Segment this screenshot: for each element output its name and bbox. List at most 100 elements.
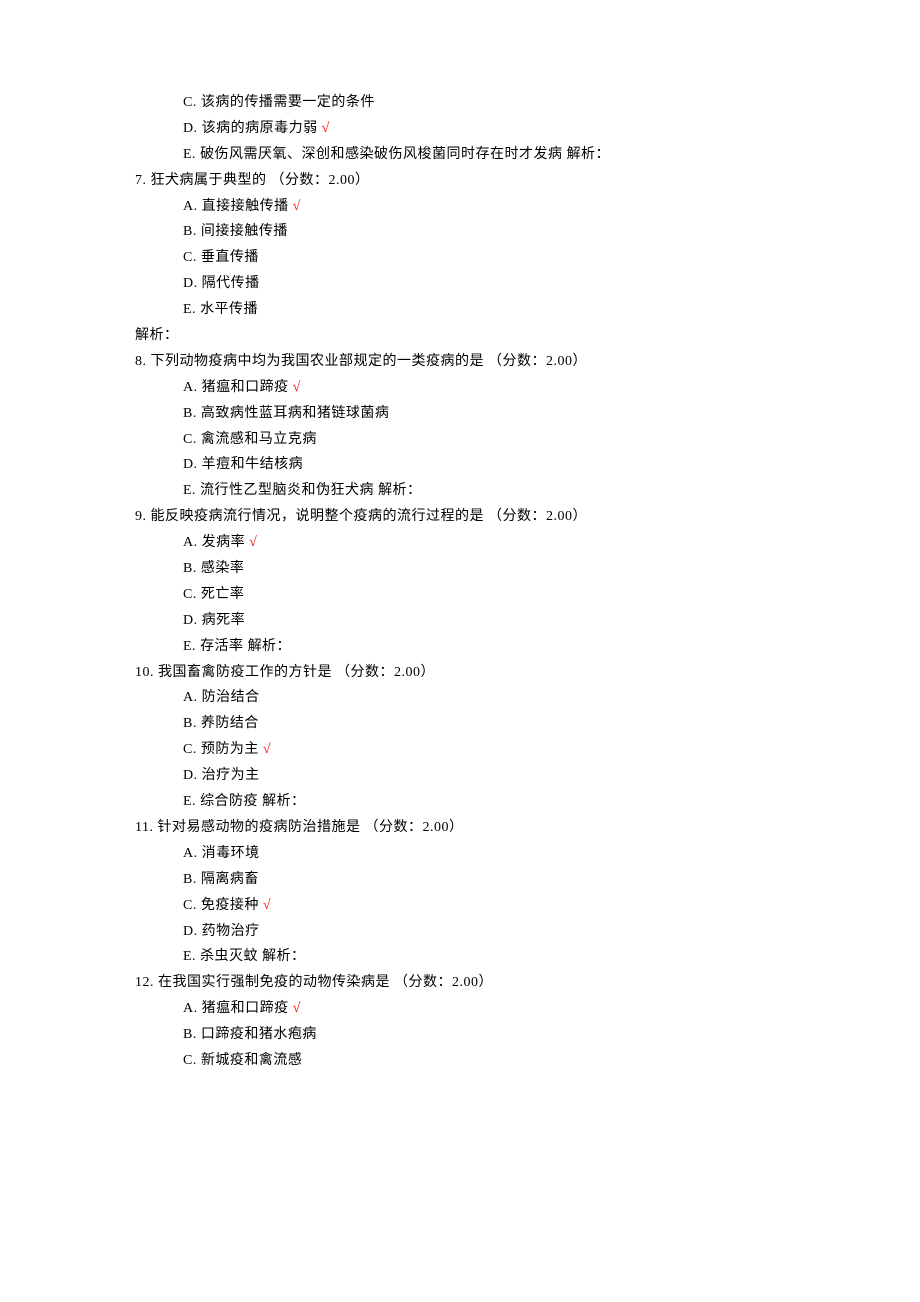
option-text: 新城疫和禽流感 [201, 1053, 303, 1068]
option-line: E. 破伤风需厌氧、深创和感染破伤风梭菌同时存在时才发病 解析： [135, 142, 920, 168]
analysis-label: 解析： [258, 949, 306, 964]
option-letter: D. [183, 613, 202, 628]
option-text: 羊痘和牛结核病 [202, 457, 304, 472]
analysis-label: 解析： [563, 147, 611, 162]
option-text: 治疗为主 [202, 768, 260, 783]
option-letter: A. [183, 690, 202, 705]
question-text: 能反映疫病流行情况，说明整个疫病的流行过程的是 [151, 509, 489, 524]
option-line: A. 防治结合 [135, 685, 920, 711]
question-line: 8. 下列动物疫病中均为我国农业部规定的一类疫病的是 （分数：2.00） [135, 349, 920, 375]
analysis-line: 解析： [135, 323, 920, 349]
score-label: （分数：2.00） [336, 665, 435, 680]
question-line: 9. 能反映疫病流行情况，说明整个疫病的流行过程的是 （分数：2.00） [135, 504, 920, 530]
option-letter: E. [183, 794, 200, 809]
option-text: 间接接触传播 [201, 224, 288, 239]
option-text: 破伤风需厌氧、深创和感染破伤风梭菌同时存在时才发病 [200, 147, 563, 162]
analysis-label: 解析： [258, 794, 306, 809]
document-page: C. 该病的传播需要一定的条件D. 该病的病原毒力弱 √E. 破伤风需厌氧、深创… [0, 0, 920, 1302]
option-letter: C. [183, 587, 201, 602]
option-line: D. 羊痘和牛结核病 [135, 452, 920, 478]
option-letter: C. [183, 250, 201, 265]
question-text: 在我国实行强制免疫的动物传染病是 [158, 975, 394, 990]
score-label: （分数：2.00） [364, 820, 463, 835]
option-letter: E. [183, 639, 200, 654]
option-text: 隔离病畜 [201, 872, 259, 887]
option-letter: E. [183, 483, 200, 498]
option-text: 隔代传播 [202, 276, 260, 291]
option-text: 免疫接种 [201, 898, 259, 913]
option-text: 禽流感和马立克病 [201, 432, 317, 447]
option-text: 直接接触传播 [202, 199, 289, 214]
option-letter: A. [183, 535, 202, 550]
option-line: B. 养防结合 [135, 711, 920, 737]
option-text: 死亡率 [201, 587, 245, 602]
option-text: 高致病性蓝耳病和猪链球菌病 [201, 406, 390, 421]
option-letter: C. [183, 898, 201, 913]
option-letter: D. [183, 276, 202, 291]
option-letter: B. [183, 224, 201, 239]
option-letter: D. [183, 457, 202, 472]
option-line: A. 消毒环境 [135, 841, 920, 867]
question-number: 7. [135, 173, 151, 188]
correct-marker: √ [259, 898, 271, 913]
option-line: C. 该病的传播需要一定的条件 [135, 90, 920, 116]
option-text: 水平传播 [200, 302, 258, 317]
question-line: 11. 针对易感动物的疫病防治措施是 （分数：2.00） [135, 815, 920, 841]
option-letter: A. [183, 846, 202, 861]
option-line: E. 杀虫灭蚊 解析： [135, 944, 920, 970]
option-line: C. 禽流感和马立克病 [135, 427, 920, 453]
score-label: （分数：2.00） [488, 354, 587, 369]
question-number: 9. [135, 509, 151, 524]
option-letter: A. [183, 1001, 202, 1016]
option-text: 消毒环境 [202, 846, 260, 861]
option-letter: B. [183, 561, 201, 576]
option-text: 感染率 [201, 561, 245, 576]
analysis-label: 解析： [135, 328, 179, 343]
option-letter: C. [183, 742, 201, 757]
option-line: C. 免疫接种 √ [135, 893, 920, 919]
option-text: 预防为主 [201, 742, 259, 757]
option-line: C. 死亡率 [135, 582, 920, 608]
option-letter: C. [183, 95, 201, 110]
question-text: 狂犬病属于典型的 [151, 173, 271, 188]
analysis-label: 解析： [244, 639, 292, 654]
option-line: C. 预防为主 √ [135, 737, 920, 763]
option-line: E. 流行性乙型脑炎和伪狂犬病 解析： [135, 478, 920, 504]
option-text: 综合防疫 [200, 794, 258, 809]
option-text: 防治结合 [202, 690, 260, 705]
option-letter: E. [183, 302, 200, 317]
option-text: 猪瘟和口蹄疫 [202, 380, 289, 395]
option-line: A. 猪瘟和口蹄疫 √ [135, 996, 920, 1022]
score-label: （分数：2.00） [271, 173, 370, 188]
option-text: 杀虫灭蚊 [200, 949, 258, 964]
option-letter: D. [183, 924, 202, 939]
question-number: 12. [135, 975, 158, 990]
correct-marker: √ [289, 1001, 301, 1016]
option-text: 垂直传播 [201, 250, 259, 265]
option-letter: E. [183, 949, 200, 964]
option-letter: A. [183, 380, 202, 395]
option-letter: D. [183, 121, 202, 136]
option-text: 猪瘟和口蹄疫 [202, 1001, 289, 1016]
question-line: 12. 在我国实行强制免疫的动物传染病是 （分数：2.00） [135, 970, 920, 996]
option-line: E. 综合防疫 解析： [135, 789, 920, 815]
option-line: C. 垂直传播 [135, 245, 920, 271]
option-line: B. 隔离病畜 [135, 867, 920, 893]
option-line: A. 发病率 √ [135, 530, 920, 556]
option-line: D. 药物治疗 [135, 919, 920, 945]
option-text: 流行性乙型脑炎和伪狂犬病 [200, 483, 374, 498]
option-line: A. 猪瘟和口蹄疫 √ [135, 375, 920, 401]
correct-marker: √ [318, 121, 330, 136]
question-text: 下列动物疫病中均为我国农业部规定的一类疫病的是 [151, 354, 489, 369]
option-letter: B. [183, 872, 201, 887]
option-letter: B. [183, 1027, 201, 1042]
analysis-label: 解析： [374, 483, 422, 498]
question-number: 11. [135, 820, 157, 835]
option-text: 存活率 [200, 639, 244, 654]
option-line: B. 间接接触传播 [135, 219, 920, 245]
option-line: B. 感染率 [135, 556, 920, 582]
correct-marker: √ [289, 199, 301, 214]
option-line: D. 隔代传播 [135, 271, 920, 297]
option-letter: C. [183, 1053, 201, 1068]
option-line: C. 新城疫和禽流感 [135, 1048, 920, 1074]
